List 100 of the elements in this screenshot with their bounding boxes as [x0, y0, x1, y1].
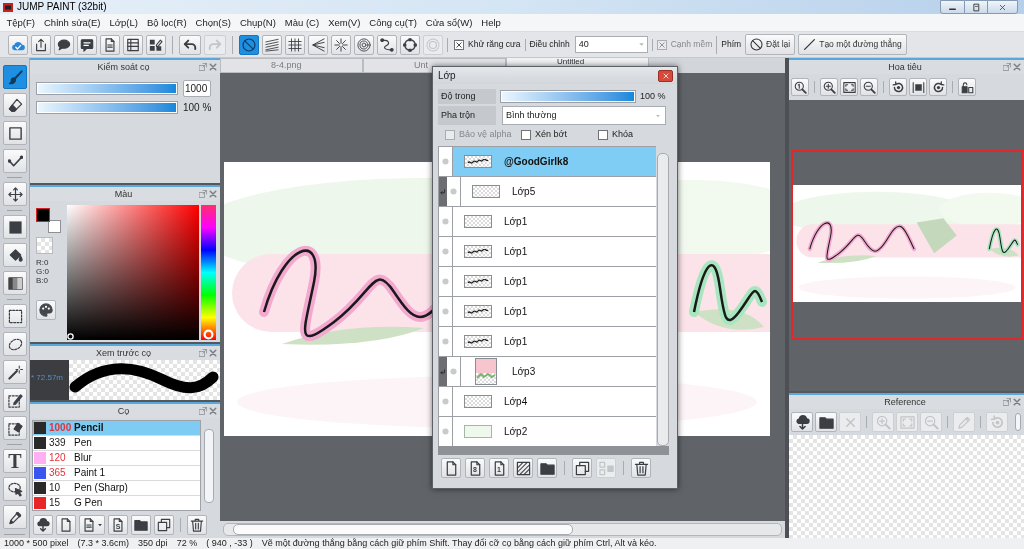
visibility-toggle[interactable] — [447, 177, 461, 206]
text-tool-button[interactable]: T — [3, 449, 27, 473]
brush-item[interactable]: 339 Pen — [33, 436, 200, 451]
new-layer-button[interactable] — [441, 458, 461, 478]
brush-menu-button[interactable] — [79, 515, 105, 535]
minimize-button[interactable] — [940, 0, 965, 14]
duplicate-layer-button[interactable] — [572, 458, 592, 478]
close-icon[interactable] — [209, 349, 217, 357]
move-tool-button[interactable] — [3, 182, 27, 206]
background-color-swatch[interactable] — [48, 220, 61, 233]
undo-button[interactable] — [179, 34, 201, 55]
bucket-tool-button[interactable] — [3, 243, 27, 267]
folder-button[interactable] — [131, 515, 151, 535]
magic-wand-tool-button[interactable] — [3, 360, 27, 384]
menu-item[interactable]: Màu (C) — [280, 17, 324, 28]
open-folder-button[interactable] — [815, 412, 837, 432]
halftone-layer-button[interactable] — [513, 458, 533, 478]
ruler-button[interactable] — [377, 34, 397, 55]
reset-rotation-button[interactable] — [909, 78, 927, 96]
visibility-toggle[interactable] — [447, 357, 461, 386]
menu-item[interactable]: Help — [476, 17, 506, 28]
fill-tool-button[interactable] — [3, 215, 27, 239]
ruler-button[interactable] — [262, 34, 282, 55]
menu-item[interactable]: Chỉnh sửa(E) — [39, 17, 106, 28]
visibility-toggle[interactable] — [439, 297, 453, 326]
ruler-button[interactable] — [285, 34, 305, 55]
delete-brush-button[interactable] — [187, 515, 207, 535]
menu-item[interactable]: Công cụ(T) — [364, 17, 422, 28]
polyline-tool-button[interactable] — [3, 149, 27, 173]
brush-item[interactable]: 10 Pen (Sharp) — [33, 481, 200, 496]
close-button[interactable] — [658, 69, 673, 82]
layer-row[interactable]: Lớp1 — [439, 237, 656, 267]
comment-button[interactable] — [77, 34, 97, 55]
zoom-out-button[interactable] — [860, 78, 878, 96]
ruler-button[interactable] — [354, 34, 374, 55]
actual-size-button[interactable] — [791, 78, 809, 96]
correction-dropdown[interactable]: 40 — [574, 36, 648, 53]
brush-item[interactable]: 1000 Pencil — [33, 421, 200, 436]
hue-slider[interactable] — [201, 205, 216, 340]
reset-button[interactable]: Đặt lại — [745, 34, 796, 55]
visibility-toggle[interactable] — [439, 417, 453, 446]
visibility-toggle[interactable] — [439, 267, 453, 296]
transparent-color-swatch[interactable] — [36, 237, 53, 254]
scrollbar-thumb[interactable] — [204, 429, 214, 503]
layer-row[interactable]: Lớp3 — [439, 357, 656, 387]
new-folder-button[interactable] — [537, 458, 557, 478]
cloud-download-button[interactable] — [33, 515, 53, 535]
shape-tool-button[interactable] — [3, 121, 27, 145]
visibility-toggle[interactable] — [439, 237, 453, 266]
menu-item[interactable]: Lớp(L) — [105, 17, 143, 28]
menu-item[interactable]: Cửa sổ(W) — [421, 17, 477, 28]
lock-button[interactable] — [958, 78, 976, 96]
rotate-right-button[interactable] — [929, 78, 947, 96]
layer-row[interactable]: Lớp1 — [439, 327, 656, 357]
menu-item[interactable]: Xem(V) — [323, 17, 365, 28]
speech-button[interactable] — [54, 34, 74, 55]
layer-row[interactable]: Lớp1 — [439, 267, 656, 297]
close-icon[interactable] — [1013, 63, 1021, 71]
lasso-move-tool-button[interactable] — [3, 477, 27, 501]
select-tool-button[interactable] — [3, 304, 27, 328]
fit-button[interactable] — [840, 78, 858, 96]
layer-row[interactable]: Lớp1 — [439, 297, 656, 327]
layer-option-checkbox[interactable] — [521, 129, 531, 140]
layer-row[interactable]: Lớp1 — [439, 207, 656, 237]
slider-handle[interactable] — [1015, 413, 1021, 431]
antialias-checkbox[interactable] — [454, 39, 464, 50]
cloud-download-button[interactable] — [791, 412, 813, 432]
cloud-sync-button[interactable] — [8, 34, 28, 55]
visibility-toggle[interactable] — [439, 207, 453, 236]
layer-row[interactable]: @GoodGirlk8 — [439, 147, 656, 177]
select-pen-tool-button[interactable] — [3, 388, 27, 412]
ruler-button[interactable] — [239, 34, 259, 55]
brush-size-field[interactable]: 1000 — [183, 80, 211, 97]
delete-layer-button[interactable] — [631, 458, 651, 478]
brush-tool-button[interactable] — [3, 65, 27, 89]
select-eraser-tool-button[interactable] — [3, 416, 27, 440]
ruler-button[interactable] — [308, 34, 328, 55]
menu-item[interactable]: Tệp(F) — [2, 17, 40, 28]
foreground-color-swatch[interactable] — [36, 208, 50, 222]
layer-option-checkbox[interactable] — [598, 129, 608, 140]
horizontal-scrollbar[interactable] — [220, 521, 785, 538]
hue-ring-icon[interactable] — [203, 329, 214, 340]
close-icon[interactable] — [209, 407, 217, 415]
close-icon[interactable] — [209, 63, 217, 71]
share-button[interactable] — [31, 34, 51, 55]
form-button[interactable] — [123, 34, 143, 55]
menu-item[interactable]: Chọn(S) — [191, 17, 236, 28]
lasso-tool-button[interactable] — [3, 332, 27, 356]
visibility-toggle[interactable] — [439, 147, 453, 176]
layer-row[interactable]: Lớp4 — [439, 387, 656, 417]
menu-item[interactable]: Chụp(N) — [235, 17, 281, 28]
scrollbar-thumb[interactable] — [233, 524, 573, 535]
close-icon[interactable] — [1013, 398, 1021, 406]
zoom-in-button[interactable] — [820, 78, 838, 96]
brush-item[interactable]: 120 Blur — [33, 451, 200, 466]
eyedropper-tool-button[interactable] — [3, 505, 27, 529]
vertical-scrollbar[interactable] — [657, 153, 669, 446]
document-tab[interactable]: Untitled — [506, 58, 649, 66]
close-icon[interactable] — [209, 190, 217, 198]
duplicate-brush-button[interactable] — [154, 515, 174, 535]
